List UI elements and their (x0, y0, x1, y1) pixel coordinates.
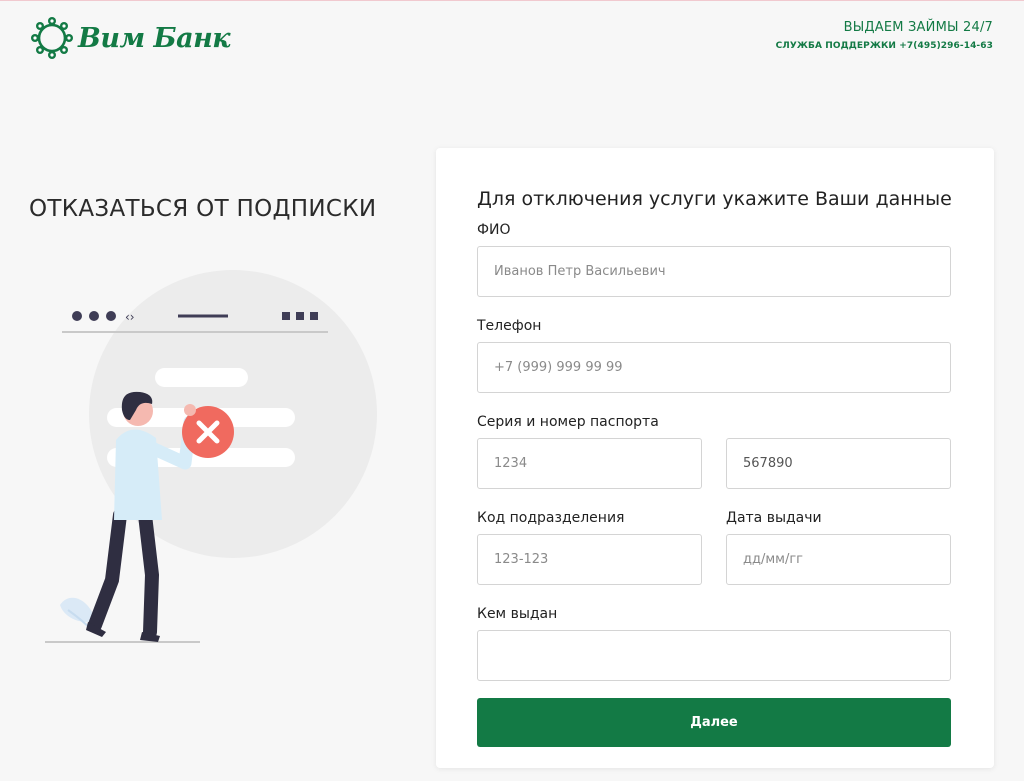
phone-label: Телефон (477, 318, 542, 334)
next-button[interactable]: Далее (477, 698, 951, 747)
fio-label: ФИО (477, 222, 511, 238)
issued-by-label: Кем выдан (477, 606, 558, 622)
svg-text:‹›: ‹› (125, 310, 135, 324)
issue-date-label: Дата выдачи (726, 510, 822, 526)
unsubscribe-illustration: ‹› (45, 270, 377, 643)
passport-series-input[interactable] (477, 438, 702, 489)
unsubscribe-form-card: Для отключения услуги укажите Ваши данны… (436, 148, 994, 768)
fio-input[interactable] (477, 246, 951, 297)
loans-slogan: ВЫДАЕМ ЗАЙМЫ 24/7 (843, 20, 993, 35)
issue-date-input[interactable] (726, 534, 951, 585)
passport-number-input[interactable] (726, 438, 951, 489)
division-code-label: Код подразделения (477, 510, 625, 526)
header-info: ВЫДАЕМ ЗАЙМЫ 24/7 СЛУЖБА ПОДДЕРЖКИ +7(49… (776, 20, 993, 51)
form-heading: Для отключения услуги укажите Ваши данны… (477, 188, 952, 210)
phone-input[interactable] (477, 342, 951, 393)
logo[interactable]: Вим Банк (28, 14, 231, 62)
support-phone[interactable]: СЛУЖБА ПОДДЕРЖКИ +7(495)296-14-63 (776, 41, 993, 51)
page-title: ОТКАЗАТЬСЯ ОТ ПОДПИСКИ (29, 196, 377, 222)
passport-label: Серия и номер паспорта (477, 414, 659, 430)
logo-mark-icon (31, 17, 73, 59)
division-code-input[interactable] (477, 534, 702, 585)
issued-by-input[interactable] (477, 630, 951, 681)
logo-text: Вим Банк (78, 22, 231, 54)
top-accent-line (0, 0, 1024, 1)
